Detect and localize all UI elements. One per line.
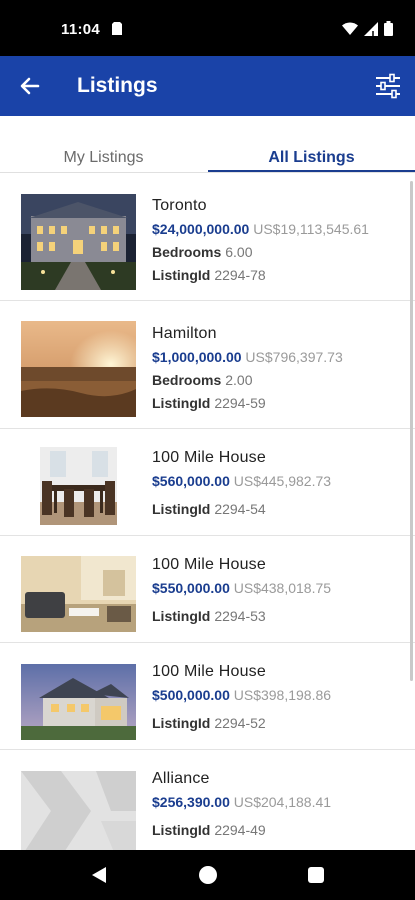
arrow-left-icon xyxy=(20,77,40,95)
recents-square-icon[interactable] xyxy=(308,867,324,883)
back-triangle-icon[interactable] xyxy=(92,867,106,888)
price-line: $560,000.00 US$445,982.73 xyxy=(152,473,331,489)
listing-id-line: ListingId 2294-78 xyxy=(152,267,369,283)
price-line: $256,390.00 US$204,188.41 xyxy=(152,794,331,810)
bedrooms-line: Bedrooms 2.00 xyxy=(152,372,343,388)
listing-price-usd: US$796,397.73 xyxy=(245,349,343,365)
listing-id-label: ListingId xyxy=(152,395,211,411)
listing-info: Alliance $256,390.00 US$204,188.41 Listi… xyxy=(152,770,331,845)
listing-city: Toronto xyxy=(152,197,207,214)
signal-icon xyxy=(364,21,378,41)
bedrooms-value: 2.00 xyxy=(225,372,253,388)
listing-id-line: ListingId 2294-49 xyxy=(152,822,331,838)
price-line: $500,000.00 US$398,198.86 xyxy=(152,687,331,703)
listing-row[interactable]: 100 Mile House $550,000.00 US$438,018.75… xyxy=(0,536,415,643)
listing-id-value: 2294-78 xyxy=(214,267,266,283)
listing-id-value: 2294-54 xyxy=(214,501,266,517)
listing-info: Hamilton $1,000,000.00 US$796,397.73 Bed… xyxy=(152,325,343,418)
listing-price-usd: US$398,198.86 xyxy=(233,687,332,703)
battery-icon xyxy=(384,21,393,41)
listing-price-usd: US$438,018.75 xyxy=(233,580,332,596)
price-line: $550,000.00 US$438,018.75 xyxy=(152,580,331,596)
tab-my-listings[interactable]: My Listings xyxy=(0,149,207,167)
listing-city: Hamilton xyxy=(152,325,217,342)
listing-city: 100 Mile House xyxy=(152,449,266,466)
listing-price-usd: US$19,113,545.61 xyxy=(253,221,369,237)
status-icons xyxy=(342,21,393,41)
listing-price: $550,000.00 xyxy=(152,580,230,596)
listing-id-label: ListingId xyxy=(152,715,211,731)
price-line: $24,000,000.00 US$19,113,545.61 xyxy=(152,221,369,237)
listing-id-value: 2294-49 xyxy=(214,822,266,838)
home-circle-icon[interactable] xyxy=(199,866,217,884)
bedrooms-label: Bedrooms xyxy=(152,244,222,260)
listing-price-usd: US$445,982.73 xyxy=(233,473,332,489)
listing-info: Toronto $24,000,000.00 US$19,113,545.61 … xyxy=(152,197,369,290)
scrollbar[interactable] xyxy=(410,181,413,681)
listing-info: 100 Mile House $560,000.00 US$445,982.73… xyxy=(152,449,331,524)
back-button[interactable] xyxy=(16,72,44,100)
wifi-icon xyxy=(342,22,358,40)
listings-list[interactable]: Toronto $24,000,000.00 US$19,113,545.61 … xyxy=(0,173,415,850)
listing-id-line: ListingId 2294-59 xyxy=(152,395,343,411)
listing-photo xyxy=(40,447,117,525)
tab-bar: My Listings All Listings xyxy=(0,116,415,173)
listing-row[interactable]: Hamilton $1,000,000.00 US$796,397.73 Bed… xyxy=(0,301,415,429)
listing-row[interactable]: Alliance $256,390.00 US$204,188.41 Listi… xyxy=(0,750,415,850)
listing-photo xyxy=(21,771,136,850)
listing-info: 100 Mile House $550,000.00 US$438,018.75… xyxy=(152,556,331,631)
listing-id-label: ListingId xyxy=(152,267,211,283)
listing-price: $1,000,000.00 xyxy=(152,349,242,365)
listing-id-label: ListingId xyxy=(152,501,211,517)
sliders-icon xyxy=(376,73,400,99)
status-time: 11:04 xyxy=(61,21,101,38)
listing-info: 100 Mile House $500,000.00 US$398,198.86… xyxy=(152,663,331,738)
listing-id-label: ListingId xyxy=(152,822,211,838)
price-line: $1,000,000.00 US$796,397.73 xyxy=(152,349,343,365)
sim-card-icon xyxy=(112,22,122,40)
listing-id-line: ListingId 2294-53 xyxy=(152,608,331,624)
listing-id-value: 2294-52 xyxy=(214,715,266,731)
filter-button[interactable] xyxy=(373,72,403,100)
page-title: Listings xyxy=(77,74,158,97)
listing-row[interactable]: 100 Mile House $560,000.00 US$445,982.73… xyxy=(0,429,415,536)
listing-photo xyxy=(21,664,136,740)
listing-id-value: 2294-53 xyxy=(214,608,266,624)
listing-id-label: ListingId xyxy=(152,608,211,624)
listing-city: 100 Mile House xyxy=(152,663,266,680)
bedrooms-label: Bedrooms xyxy=(152,372,222,388)
listing-price: $500,000.00 xyxy=(152,687,230,703)
listing-price: $24,000,000.00 xyxy=(152,221,250,237)
status-bar: 11:04 xyxy=(0,0,415,56)
listing-photo xyxy=(21,321,136,417)
listing-photo xyxy=(21,194,136,290)
listing-id-value: 2294-59 xyxy=(214,395,266,411)
listing-row[interactable]: Toronto $24,000,000.00 US$19,113,545.61 … xyxy=(0,173,415,301)
listing-id-line: ListingId 2294-54 xyxy=(152,501,331,517)
listing-row[interactable]: 100 Mile House $500,000.00 US$398,198.86… xyxy=(0,643,415,750)
listing-city: Alliance xyxy=(152,770,210,787)
listing-photo xyxy=(21,556,136,632)
bedrooms-line: Bedrooms 6.00 xyxy=(152,244,369,260)
listing-id-line: ListingId 2294-52 xyxy=(152,715,331,731)
listing-price: $256,390.00 xyxy=(152,794,230,810)
tab-all-listings[interactable]: All Listings xyxy=(208,149,415,167)
listing-price: $560,000.00 xyxy=(152,473,230,489)
listing-price-usd: US$204,188.41 xyxy=(233,794,332,810)
bedrooms-value: 6.00 xyxy=(225,244,253,260)
listing-city: 100 Mile House xyxy=(152,556,266,573)
app-bar: Listings xyxy=(0,56,415,116)
system-nav-bar xyxy=(0,850,415,900)
